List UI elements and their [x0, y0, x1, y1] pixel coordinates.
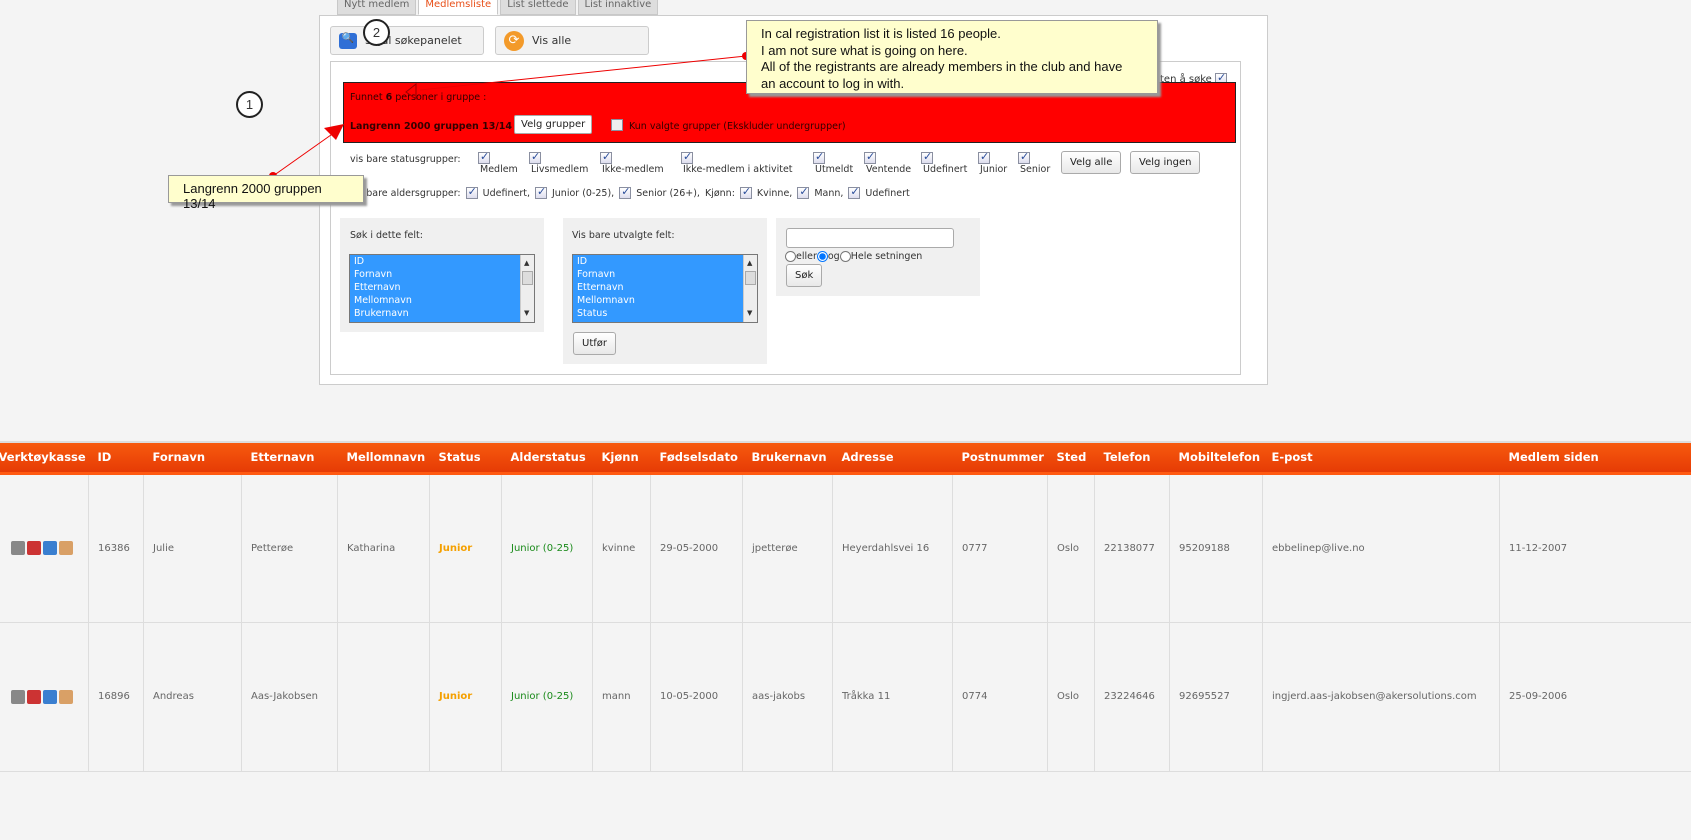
- callout-line: I am not sure what is going on here.: [761, 42, 968, 58]
- info-icon[interactable]: [43, 689, 57, 704]
- arrow-line-1: [272, 129, 339, 177]
- info-icon[interactable]: [43, 541, 57, 555]
- users-icon[interactable]: [59, 689, 73, 704]
- table-cell: 92695527: [1169, 622, 1263, 772]
- users-icon[interactable]: [59, 541, 73, 555]
- column-header[interactable]: Adresse: [832, 441, 953, 475]
- column-header[interactable]: Verktøykasse: [0, 441, 89, 475]
- table-cell: Petterøe: [241, 473, 338, 623]
- column-header[interactable]: Etternavn: [241, 441, 338, 475]
- table-cell: Andreas: [143, 622, 242, 772]
- table-cell: 11-12-2007: [1499, 473, 1691, 623]
- table-row[interactable]: 16386 Julie Petterøe Katharina Junior Junior …: [0, 473, 1691, 623]
- table-cell: ebbelinep@live.no: [1262, 473, 1500, 623]
- table-cell: 29-05-2000: [650, 473, 743, 623]
- delete-icon[interactable]: [11, 689, 25, 704]
- table-cell: Junior: [429, 622, 502, 772]
- column-header[interactable]: ID: [88, 441, 144, 475]
- column-header[interactable]: Alderstatus: [501, 441, 593, 475]
- group-callout: Langrenn 2000 gruppen 13/14: [168, 175, 364, 211]
- column-header[interactable]: Fødselsdato: [650, 441, 743, 475]
- arrow-line-2: [419, 55, 747, 91]
- column-header[interactable]: Mellomnavn: [337, 441, 430, 475]
- column-header[interactable]: E-post: [1262, 441, 1500, 475]
- table-header: Verktøykasse ID Fornavn Etternavn Mellomnavn…: [0, 441, 1691, 475]
- table-cell: Junior: [429, 473, 502, 623]
- table-cell: Oslo: [1047, 473, 1095, 623]
- table-cell: [0, 622, 89, 772]
- column-header[interactable]: Brukernavn: [742, 441, 833, 475]
- table-row[interactable]: 16896 Andreas Aas-Jakobsen Junior Junior (0-…: [0, 622, 1691, 772]
- column-header[interactable]: Status: [429, 441, 502, 475]
- table-cell: Tråkka 11: [832, 622, 953, 772]
- table-cell: 10-05-2000: [650, 622, 743, 772]
- callout-line: In cal registration list it is listed 16…: [761, 26, 1001, 41]
- column-header[interactable]: Sted: [1047, 441, 1095, 475]
- table-cell: kvinne: [592, 473, 651, 623]
- callout-line: All of the registrants are already membe…: [761, 59, 1123, 74]
- arrowhead-2: [405, 82, 417, 100]
- callout-line: an account to log in with.: [761, 75, 905, 91]
- table-cell: Julie: [143, 473, 242, 623]
- table-cell: ingjerd.aas-jakobsen@akersolutions.com: [1262, 622, 1500, 772]
- table-cell: Junior (0-25): [501, 473, 593, 623]
- table-cell: 22138077: [1094, 473, 1170, 623]
- table-cell: Katharina: [337, 473, 430, 623]
- column-header[interactable]: Medlem siden: [1499, 441, 1691, 475]
- table-cell: [337, 622, 430, 772]
- schedule-icon[interactable]: [27, 689, 41, 704]
- step-marker-2: 2: [363, 19, 390, 46]
- table-cell: 0777: [952, 473, 1048, 623]
- step-marker-1: 1: [236, 91, 263, 118]
- table-cell: 16896: [88, 622, 144, 772]
- table-cell: 16386: [88, 473, 144, 623]
- member-table: Verktøykasse ID Fornavn Etternavn Mellomnavn…: [0, 441, 1691, 772]
- comment-callout: In cal registration list it is listed 16…: [746, 20, 1158, 94]
- table-cell: 95209188: [1169, 473, 1263, 623]
- table-cell: jpetterøe: [742, 473, 833, 623]
- table-cell: Oslo: [1047, 622, 1095, 772]
- table-cell: 0774: [952, 622, 1048, 772]
- table-cell: aas-jakobs: [742, 622, 833, 772]
- schedule-icon[interactable]: [27, 541, 41, 555]
- table-cell: Heyerdahlsvei 16: [832, 473, 953, 623]
- column-header[interactable]: Telefon: [1094, 441, 1170, 475]
- table-cell: 23224646: [1094, 622, 1170, 772]
- column-header[interactable]: Mobiltelefon: [1169, 441, 1263, 475]
- column-header[interactable]: Fornavn: [143, 441, 242, 475]
- table-cell: Aas-Jakobsen: [241, 622, 338, 772]
- table-cell: 25-09-2006: [1499, 622, 1691, 772]
- column-header[interactable]: Kjønn: [592, 441, 651, 475]
- column-header[interactable]: Postnummer: [952, 441, 1048, 475]
- delete-icon[interactable]: [11, 541, 25, 555]
- table-cell: Junior (0-25): [501, 622, 593, 772]
- table-cell: mann: [592, 622, 651, 772]
- table-cell: [0, 473, 89, 623]
